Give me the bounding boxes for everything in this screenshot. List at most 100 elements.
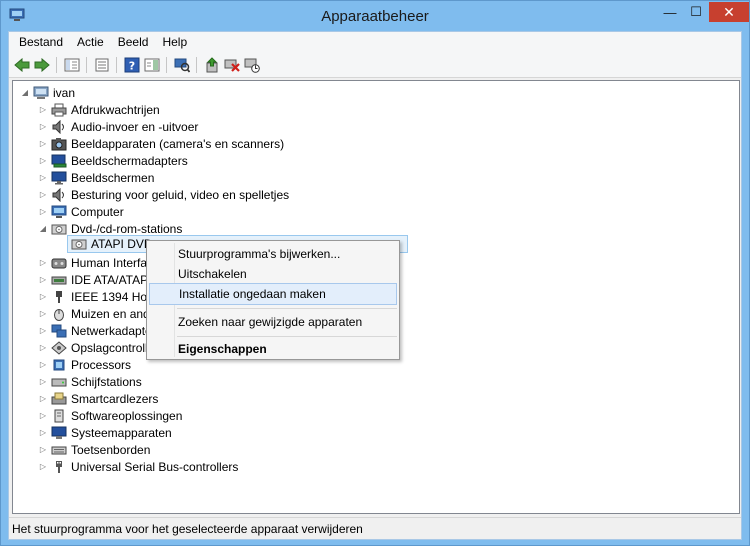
tree-node-ieee1394[interactable]: ▷ IEEE 1394 Host	[38, 288, 156, 305]
disk-drive-icon	[51, 374, 67, 390]
expand-arrow-icon[interactable]: ▷	[38, 326, 48, 336]
tree-node-imaging[interactable]: ▷ Beeldapparaten (camera's en scanners)	[38, 135, 284, 152]
collapse-arrow-icon[interactable]: ◢	[20, 88, 30, 98]
expand-arrow-icon[interactable]: ▷	[38, 360, 48, 370]
ctx-uninstall[interactable]: Installatie ongedaan maken	[149, 283, 397, 305]
expand-arrow-icon[interactable]: ▷	[38, 258, 48, 268]
expand-arrow-icon[interactable]: ▷	[38, 462, 48, 472]
menu-bestand[interactable]: Bestand	[12, 33, 70, 51]
mouse-icon	[51, 306, 67, 322]
tree-node-label: Audio-invoer en -uitvoer	[71, 119, 199, 134]
toolbar-separator	[196, 57, 197, 73]
show-hide-tree-icon[interactable]	[63, 56, 81, 74]
menu-actie[interactable]: Actie	[70, 33, 111, 51]
processor-icon	[51, 357, 67, 373]
tree-node-label: Processors	[71, 357, 132, 372]
action-pane-icon[interactable]	[143, 56, 161, 74]
usb-plug-icon	[51, 459, 67, 475]
tree-node-monitors[interactable]: ▷ Beeldschermen	[38, 169, 154, 186]
tree-node-computer[interactable]: ▷ Computer	[38, 203, 124, 220]
ctx-properties[interactable]: Eigenschappen	[149, 338, 397, 360]
menu-help[interactable]: Help	[155, 33, 194, 51]
maximize-button[interactable]: ☐	[683, 2, 709, 22]
toolbar-separator	[86, 57, 87, 73]
tree-node-root[interactable]: ◢ ivan	[20, 84, 75, 101]
expand-arrow-icon[interactable]: ▷	[38, 139, 48, 149]
menu-beeld[interactable]: Beeld	[111, 33, 156, 51]
tree-node-disk-drives[interactable]: ▷ Schijfstations	[38, 373, 142, 390]
properties-sheet-icon[interactable]	[93, 56, 111, 74]
tree-node-processors[interactable]: ▷ Processors	[38, 356, 131, 373]
expand-arrow-icon[interactable]: ▷	[38, 190, 48, 200]
expand-arrow-icon[interactable]: ▷	[38, 343, 48, 353]
tree-node-system[interactable]: ▷ Systeemapparaten	[38, 424, 172, 441]
disable-device-icon[interactable]	[243, 56, 261, 74]
uninstall-device-icon[interactable]	[223, 56, 241, 74]
tree-node-audio-io[interactable]: ▷ Audio-invoer en -uitvoer	[38, 118, 198, 135]
tree-node-display-adapters[interactable]: ▷ Beeldschermadapters	[38, 152, 188, 169]
speaker-icon	[51, 187, 67, 203]
expand-arrow-icon[interactable]: ▷	[38, 377, 48, 387]
ctx-update-driver[interactable]: Stuurprogramma's bijwerken...	[149, 243, 397, 265]
expand-arrow-icon[interactable]: ▷	[38, 411, 48, 421]
tree-node-network[interactable]: ▷ Netwerkadapte	[38, 322, 152, 339]
tree-node-label: IEEE 1394 Host	[71, 289, 157, 304]
tree-node-label: Dvd-/cd-rom-stations	[71, 221, 183, 236]
title-bar[interactable]: Apparaatbeheer — ☐ ✕	[1, 1, 749, 31]
expand-arrow-icon[interactable]: ▷	[38, 309, 48, 319]
expand-arrow-icon[interactable]: ▷	[38, 156, 48, 166]
tree-node-mice[interactable]: ▷ Muizen en ande	[38, 305, 156, 322]
expand-arrow-icon[interactable]: ▷	[38, 292, 48, 302]
tree-node-label: Opslagcontrolle	[71, 340, 155, 355]
storage-controller-icon	[51, 340, 67, 356]
tree-node-label: Schijfstations	[71, 374, 142, 389]
tree-node-storage[interactable]: ▷ Opslagcontrolle	[38, 339, 154, 356]
ide-controller-icon	[51, 272, 67, 288]
camera-icon	[51, 136, 67, 152]
svg-text:?: ?	[129, 60, 135, 73]
context-menu-separator	[177, 308, 397, 309]
optical-drive-icon	[51, 221, 67, 237]
optical-drive-icon	[71, 236, 87, 252]
tree-node-keyboards[interactable]: ▷ Toetsenborden	[38, 441, 150, 458]
expand-arrow-icon[interactable]: ▷	[38, 105, 48, 115]
computer-icon	[33, 85, 49, 101]
toolbar-separator	[166, 57, 167, 73]
update-driver-icon[interactable]	[203, 56, 221, 74]
expand-arrow-icon[interactable]: ▷	[38, 275, 48, 285]
expand-arrow-icon[interactable]: ▷	[38, 394, 48, 404]
hid-icon	[51, 255, 67, 271]
collapse-arrow-icon[interactable]: ◢	[38, 224, 48, 234]
tree-node-label: Beeldschermen	[71, 170, 155, 185]
close-button[interactable]: ✕	[709, 2, 749, 22]
expand-arrow-icon[interactable]: ▷	[38, 428, 48, 438]
tree-node-ide-ata[interactable]: ▷ IDE ATA/ATAPI	[38, 271, 152, 288]
expand-arrow-icon[interactable]: ▷	[38, 173, 48, 183]
toolbar: ?	[9, 52, 741, 78]
tree-node-printqueues[interactable]: ▷ Afdrukwachtrijen	[38, 101, 160, 118]
ctx-scan-hardware[interactable]: Zoeken naar gewijzigde apparaten	[149, 311, 397, 333]
tree-node-label: IDE ATA/ATAPI	[71, 272, 152, 287]
scan-hardware-icon[interactable]	[173, 56, 191, 74]
minimize-button[interactable]: —	[657, 2, 683, 22]
tree-node-smartcard[interactable]: ▷ Smartcardlezers	[38, 390, 158, 407]
tree-node-hid[interactable]: ▷ Human Interfac	[38, 254, 153, 271]
tree-node-label: ivan	[53, 85, 76, 100]
tree-node-sound-video-game[interactable]: ▷ Besturing voor geluid, video en spelle…	[38, 186, 289, 203]
tree-node-software[interactable]: ▷ Softwareoplossingen	[38, 407, 182, 424]
tree-node-usb[interactable]: ▷ Universal Serial Bus-controllers	[38, 458, 238, 475]
tree-node-label: Universal Serial Bus-controllers	[71, 459, 239, 474]
expand-arrow-icon[interactable]: ▷	[38, 207, 48, 217]
forward-arrow-icon[interactable]	[33, 56, 51, 74]
system-device-icon	[51, 425, 67, 441]
help-icon[interactable]: ?	[123, 56, 141, 74]
expand-arrow-icon[interactable]: ▷	[38, 445, 48, 455]
expand-arrow-icon[interactable]: ▷	[38, 122, 48, 132]
speaker-icon	[51, 119, 67, 135]
back-arrow-icon[interactable]	[13, 56, 31, 74]
tree-node-label: Systeemapparaten	[71, 425, 172, 440]
tree-node-label: Computer	[71, 204, 124, 219]
toolbar-separator	[116, 57, 117, 73]
tree-node-label: Besturing voor geluid, video en spelletj…	[71, 187, 290, 202]
ctx-disable[interactable]: Uitschakelen	[149, 263, 397, 285]
